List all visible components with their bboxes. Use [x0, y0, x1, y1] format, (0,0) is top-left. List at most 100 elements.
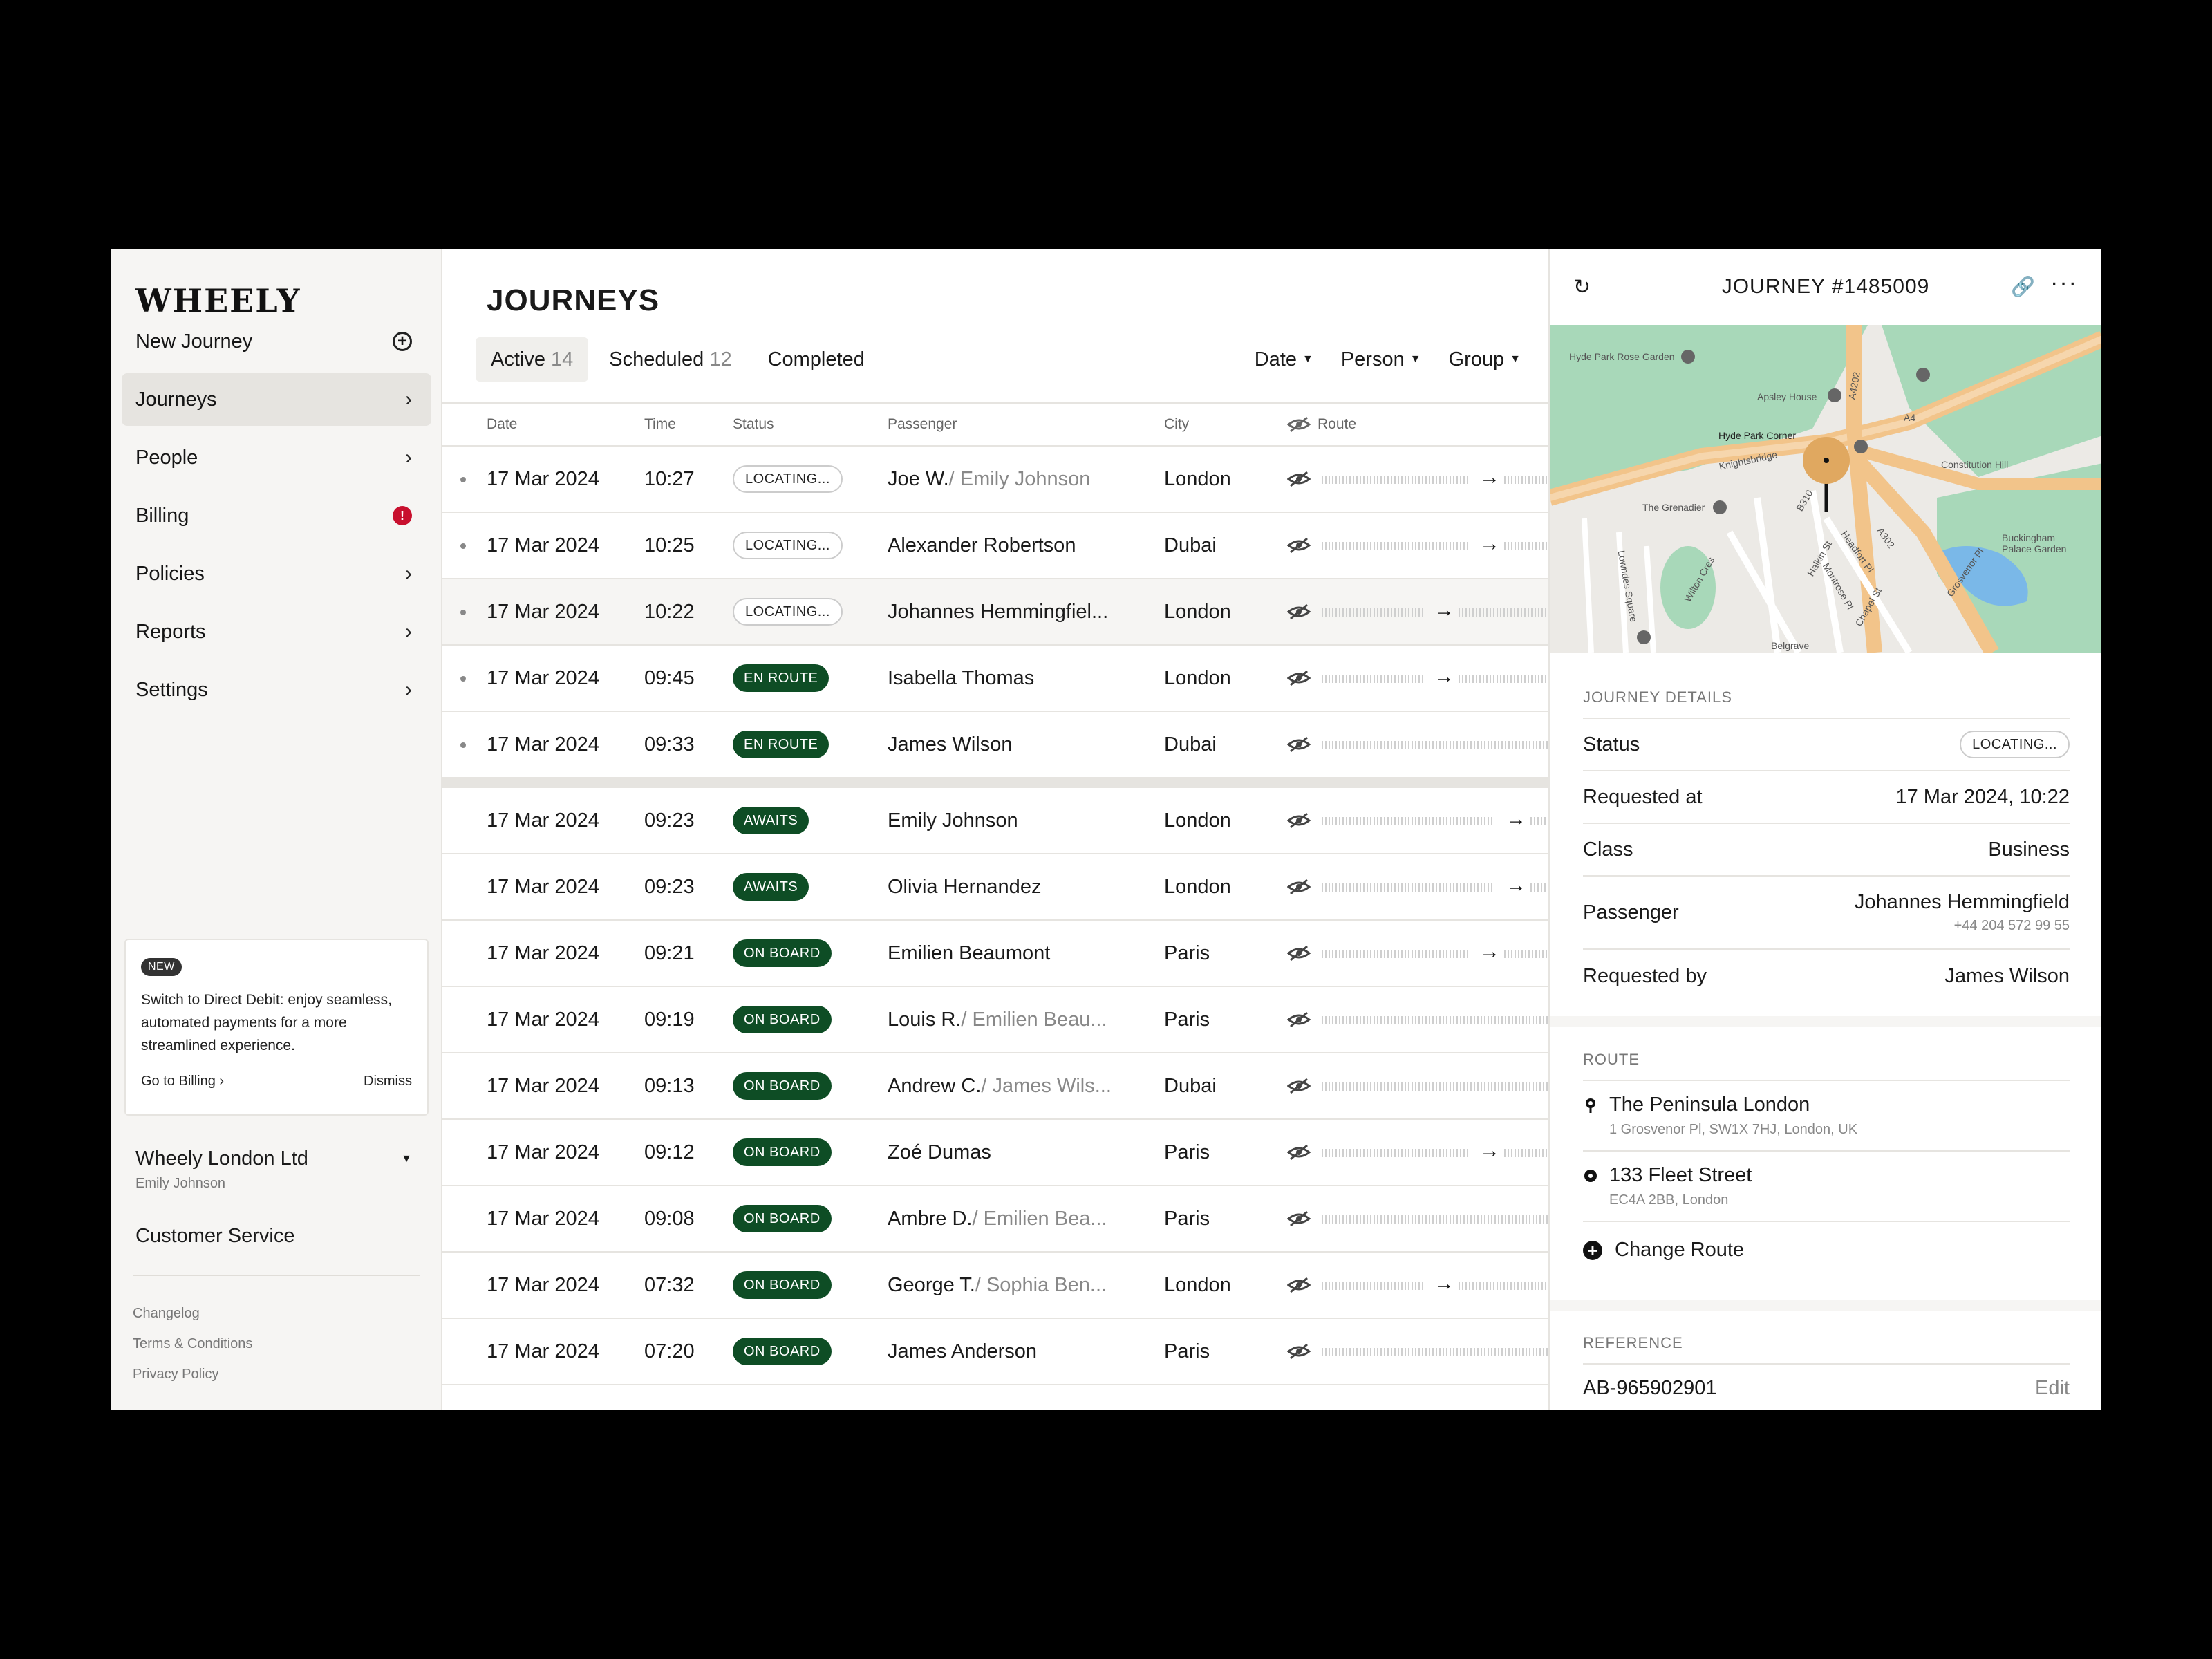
passenger-name: George T.	[888, 1273, 975, 1296]
unread-dot	[460, 610, 466, 615]
cell-status: ON BOARD	[733, 1319, 832, 1384]
panel-title: JOURNEY #1485009	[1721, 275, 1930, 298]
more-icon[interactable]: ···	[2050, 270, 2078, 297]
map-label: A4202	[1846, 371, 1862, 401]
table-row[interactable]: 17 Mar 2024 09:12 ON BOARD Zoé Dumas Paris →	[442, 1120, 1548, 1186]
person-filter[interactable]: Person ▼	[1335, 337, 1427, 382]
route-dropoff[interactable]: 133 Fleet Street EC4A 2BB, London	[1583, 1152, 2070, 1222]
eye-off-icon[interactable]	[1287, 1011, 1311, 1028]
detail-label: Passenger	[1583, 901, 1679, 924]
passenger-name: Andrew C.	[888, 1074, 982, 1097]
tab-active[interactable]: Active 14	[476, 337, 589, 382]
terms-link[interactable]: Terms & Conditions	[133, 1329, 252, 1359]
company-switcher[interactable]: Wheely London Ltd ▼ Emily Johnson	[135, 1147, 412, 1192]
edit-reference-button[interactable]: Edit	[2035, 1377, 2070, 1400]
col-route-label: Route	[1318, 416, 1357, 432]
cell-status: AWAITS	[733, 788, 809, 853]
link-icon[interactable]: 🔗	[2011, 275, 2035, 298]
route-pickup[interactable]: The Peninsula London 1 Grosvenor Pl, SW1…	[1583, 1081, 2070, 1152]
eye-off-icon[interactable]	[1287, 1144, 1311, 1161]
cell-city: London	[1164, 600, 1231, 623]
wheely-logo[interactable]: WHEELY	[135, 282, 301, 319]
privacy-link[interactable]: Privacy Policy	[133, 1359, 252, 1389]
eye-off-icon[interactable]	[1287, 670, 1311, 686]
table-row[interactable]: 17 Mar 2024 10:27 LOCATING... Joe W. / Emil…	[442, 447, 1548, 513]
tab-scheduled[interactable]: Scheduled 12	[594, 337, 747, 382]
cell-status: LOCATING...	[733, 447, 843, 512]
sidebar-item-new-journey[interactable]: New Journey +	[122, 315, 431, 368]
eye-off-icon[interactable]	[1287, 736, 1311, 753]
sidebar-item-reports[interactable]: Reports ›	[122, 606, 431, 658]
eye-off-icon[interactable]	[1287, 1343, 1311, 1360]
route-progress-track	[1459, 675, 1548, 683]
eye-off-icon[interactable]	[1287, 537, 1311, 554]
journey-map[interactable]: Hyde Park Rose Garden Apsley House Hyde …	[1550, 325, 2101, 653]
go-to-billing-link[interactable]: Go to Billing ›	[141, 1074, 224, 1089]
group-filter[interactable]: Group ▼	[1443, 337, 1526, 382]
table-row[interactable]: 17 Mar 2024 09:45 EN ROUTE Isabella Thomas L…	[442, 646, 1548, 712]
tab-completed[interactable]: Completed	[753, 337, 880, 382]
detail-value[interactable]: Johannes Hemmingfield	[1855, 891, 2070, 914]
eye-off-icon[interactable]	[1287, 945, 1311, 962]
sidebar-item-policies[interactable]: Policies ›	[122, 547, 431, 600]
cell-status: LOCATING...	[733, 579, 843, 644]
changelog-link[interactable]: Changelog	[133, 1298, 252, 1329]
status-badge: ON BOARD	[733, 1138, 832, 1166]
map-label: Wilton Cres	[1682, 554, 1717, 604]
section-title: ROUTE	[1583, 1051, 2070, 1081]
destination-dot-icon	[1584, 1170, 1597, 1182]
change-route-button[interactable]: + Change Route	[1583, 1222, 2070, 1262]
sidebar-item-settings[interactable]: Settings ›	[122, 664, 431, 716]
col-status[interactable]: Status	[733, 404, 774, 445]
table-row[interactable]: 17 Mar 2024 09:33 EN ROUTE James Wilson Duba…	[442, 712, 1548, 778]
table-row[interactable]: 17 Mar 2024 09:23 AWAITS Emily Johnson Londo…	[442, 788, 1548, 854]
col-city[interactable]: City	[1164, 404, 1189, 445]
cell-passenger: James Anderson	[888, 1319, 1037, 1384]
reference-value: AB-965902901	[1583, 1377, 1717, 1399]
table-row[interactable]: 17 Mar 2024 07:32 ON BOARD George T. / Soph…	[442, 1253, 1548, 1319]
eye-off-icon[interactable]	[1287, 471, 1311, 487]
table-row[interactable]: 17 Mar 2024 09:13 ON BOARD Andrew C. / Jame…	[442, 1053, 1548, 1120]
caret-down-icon: ▼	[1510, 353, 1521, 365]
col-route[interactable]: Route	[1287, 404, 1356, 445]
col-passenger[interactable]: Passenger	[888, 404, 957, 445]
cell-date: 17 Mar 2024	[487, 1207, 599, 1230]
customer-service-link[interactable]: Customer Service	[135, 1225, 294, 1248]
tab-count: 14	[550, 348, 574, 371]
table-row[interactable]: 17 Mar 2024 09:23 AWAITS Olivia Hernandez Lo…	[442, 854, 1548, 921]
sidebar-item-journeys[interactable]: Journeys ›	[122, 373, 431, 426]
col-time[interactable]: Time	[644, 404, 676, 445]
eye-off-icon[interactable]	[1287, 603, 1311, 620]
refresh-icon[interactable]: ↻	[1573, 275, 1591, 299]
sidebar-item-billing[interactable]: Billing !	[122, 489, 431, 542]
passenger-phone[interactable]: +44 204 572 99 55	[1855, 918, 2070, 934]
cell-date: 17 Mar 2024	[487, 1074, 599, 1097]
arrow-right-icon: →	[1479, 466, 1500, 489]
sidebar-item-people[interactable]: People ›	[122, 431, 431, 484]
page-title: JOURNEYS	[487, 283, 660, 317]
eye-off-icon[interactable]	[1287, 1078, 1311, 1094]
cell-status: ON BOARD	[733, 987, 832, 1052]
col-date[interactable]: Date	[487, 404, 517, 445]
table-row[interactable]: 17 Mar 2024 09:08 ON BOARD Ambre D. / Emili…	[442, 1186, 1548, 1253]
eye-off-icon[interactable]	[1287, 1277, 1311, 1293]
date-filter[interactable]: Date ▼	[1249, 337, 1319, 382]
cell-time: 09:33	[644, 733, 695, 756]
detail-value[interactable]: James Wilson	[1945, 965, 2070, 988]
route-progress-track	[1322, 608, 1423, 617]
eye-off-icon[interactable]	[1287, 879, 1311, 895]
dismiss-button[interactable]: Dismiss	[364, 1074, 412, 1089]
table-row[interactable]: 17 Mar 2024 10:25 LOCATING... Alexander Rob…	[442, 513, 1548, 579]
status-badge: AWAITS	[733, 873, 809, 901]
chevron-right-icon: ›	[405, 620, 412, 643]
filter-label: Group	[1448, 348, 1505, 371]
table-row[interactable]: 17 Mar 2024 07:20 ON BOARD James Anderson Pa…	[442, 1319, 1548, 1385]
table-row[interactable]: 17 Mar 2024 09:21 ON BOARD Emilien Beaumont…	[442, 921, 1548, 987]
eye-off-icon[interactable]	[1287, 812, 1311, 829]
table-row[interactable]: 17 Mar 2024 10:22 LOCATING... Johannes Hemm…	[442, 579, 1548, 646]
caret-down-icon: ▼	[1302, 353, 1313, 365]
status-badge: LOCATING...	[1960, 731, 2070, 758]
cell-passenger: Joe W. / Emily Johnson	[888, 447, 1090, 512]
eye-off-icon[interactable]	[1287, 1210, 1311, 1227]
table-row[interactable]: 17 Mar 2024 09:19 ON BOARD Louis R. / Emili…	[442, 987, 1548, 1053]
